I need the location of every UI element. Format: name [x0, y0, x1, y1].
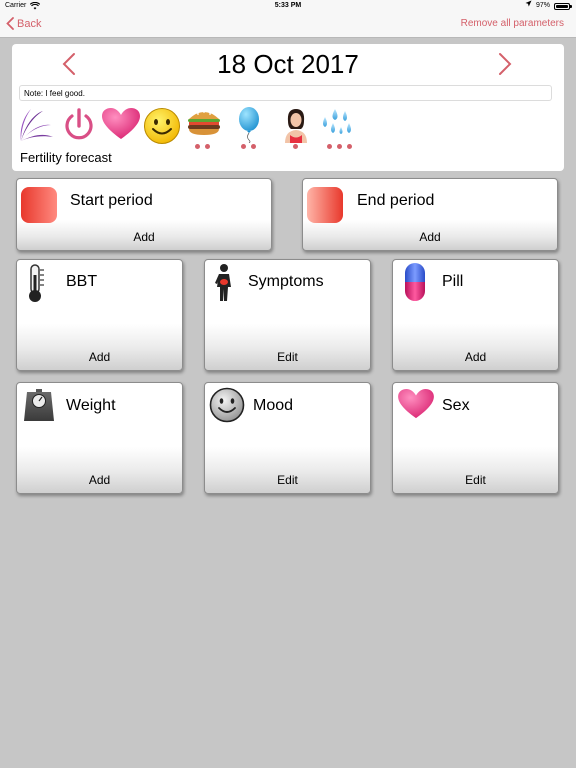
symptoms-edit-button[interactable]: Edit [205, 350, 370, 364]
battery-icon [554, 2, 572, 10]
start-period-tile[interactable]: Start period Add [16, 178, 272, 251]
sex-edit-button[interactable]: Edit [393, 473, 558, 487]
heart-icon [101, 107, 141, 146]
power-icon [63, 107, 95, 148]
day-header-card: 18 Oct 2017 Note: I feel good. Fertility… [12, 44, 564, 171]
bbt-label: BBT [66, 273, 98, 290]
thermometer-icon [25, 263, 49, 308]
end-period-tile[interactable]: End period Add [302, 178, 558, 251]
back-button[interactable]: Back [6, 17, 41, 30]
start-period-label: Start period [70, 192, 153, 209]
drops-icon [319, 107, 359, 149]
current-date: 18 Oct 2017 [217, 49, 359, 79]
navigation-bar: Back Remove all parameters [0, 12, 576, 38]
status-bar: Carrier 5:33 PM 97% [0, 0, 576, 12]
fertility-leaves-icon [19, 107, 55, 148]
back-label: Back [17, 17, 42, 30]
woman-icon [281, 107, 311, 149]
heart-icon [397, 388, 435, 425]
end-period-add-button[interactable]: Add [303, 230, 557, 244]
balloon-icon [237, 107, 261, 149]
smiley-icon [143, 107, 181, 150]
note-field[interactable]: Note: I feel good. [19, 85, 552, 101]
chevron-left-icon [6, 17, 14, 30]
symptoms-person-icon [212, 263, 236, 308]
clock: 5:33 PM [274, 2, 302, 9]
period-start-icon [21, 187, 57, 223]
mood-face-icon [209, 387, 245, 428]
pill-tile[interactable]: Pill Add [392, 259, 559, 371]
day-parameters-icons [19, 107, 359, 151]
weight-label: Weight [66, 397, 116, 414]
next-day-button[interactable] [496, 52, 514, 81]
burger-icon [187, 107, 221, 149]
bbt-tile[interactable]: BBT Add [16, 259, 183, 371]
end-period-label: End period [357, 192, 435, 209]
pill-icon [404, 262, 426, 307]
mood-tile[interactable]: Mood Edit [204, 382, 371, 494]
weight-add-button[interactable]: Add [17, 473, 182, 487]
pill-label: Pill [442, 273, 464, 290]
bbt-add-button[interactable]: Add [17, 350, 182, 364]
pill-add-button[interactable]: Add [393, 350, 558, 364]
mood-edit-button[interactable]: Edit [205, 473, 370, 487]
weight-tile[interactable]: Weight Add [16, 382, 183, 494]
fertility-forecast-link[interactable]: Fertility forecast [20, 150, 112, 165]
chevron-right-icon [499, 53, 512, 75]
battery-percent: 97% [535, 2, 550, 9]
period-end-icon [307, 187, 343, 223]
start-period-add-button[interactable]: Add [17, 230, 271, 244]
symptoms-tile[interactable]: Symptoms Edit [204, 259, 371, 371]
remove-all-parameters-button[interactable]: Remove all parameters [461, 18, 564, 29]
location-arrow-icon [525, 0, 532, 12]
symptoms-label: Symptoms [248, 273, 324, 290]
sex-label: Sex [442, 397, 470, 414]
scale-icon [23, 388, 55, 427]
sex-tile[interactable]: Sex Edit [392, 382, 559, 494]
mood-label: Mood [253, 397, 294, 414]
